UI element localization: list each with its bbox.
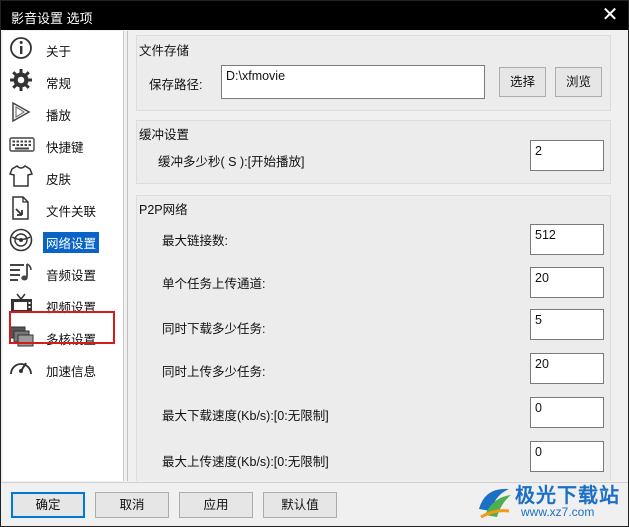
sidebar-item-skin[interactable]: 皮肤: [9, 163, 121, 189]
title-bar: 影音设置 选项 ✕: [1, 1, 628, 30]
sidebar-item-label: 皮肤: [46, 173, 72, 187]
max-download-speed-input[interactable]: 0: [530, 397, 604, 428]
sidebar-item-hotkeys[interactable]: 快捷键: [9, 131, 121, 157]
window-title: 影音设置 选项: [11, 11, 93, 26]
sidebar-item-acceleration[interactable]: 加速信息: [9, 355, 121, 381]
sidebar-item-playback[interactable]: 播放: [9, 99, 121, 125]
network-settings-panel: 文件存储 保存路径: D:\xfmovie 选择 浏览 缓冲设置 缓冲多少秒( …: [127, 31, 628, 481]
ok-button[interactable]: 确定: [11, 492, 85, 518]
keyboard-icon: [9, 137, 35, 152]
max-upload-speed-input[interactable]: 0: [530, 441, 604, 472]
close-icon[interactable]: ✕: [600, 5, 620, 25]
max-connections-label: 最大链接数:: [162, 234, 228, 248]
buffer-seconds-label: 缓冲多少秒( S ):[开始播放]: [158, 155, 305, 169]
sidebar-item-general[interactable]: 常规: [9, 67, 121, 93]
sidebar: 关于 常规 播放 快捷键 皮肤 文件关联 网络设置 音频设置 视频设置 多核设置…: [3, 31, 124, 481]
watermark-text: 极光下载站: [515, 483, 620, 507]
tshirt-icon: [9, 165, 34, 187]
file-link-icon: [12, 196, 29, 220]
sidebar-item-about[interactable]: 关于: [9, 35, 121, 61]
upload-channels-label: 单个任务上传通道:: [162, 277, 266, 291]
default-button[interactable]: 默认值: [263, 492, 337, 518]
audio-icon: [10, 263, 32, 281]
sidebar-item-label: 加速信息: [46, 365, 97, 379]
sidebar-item-network[interactable]: 网络设置: [9, 227, 121, 253]
buffer-title: 缓冲设置: [139, 128, 190, 142]
scrollbar[interactable]: [616, 31, 628, 481]
play-icon: [12, 101, 31, 123]
max-upload-speed-label: 最大上传速度(Kb/s):[0:无限制]: [162, 455, 329, 469]
gear-icon: [10, 69, 32, 91]
save-path-label: 保存路径:: [149, 78, 203, 92]
concurrent-uploads-input[interactable]: 20: [530, 353, 604, 384]
info-icon: [10, 37, 32, 59]
speedometer-icon: [10, 362, 32, 375]
sidebar-item-label: 快捷键: [46, 141, 84, 155]
storage-title: 文件存储: [139, 44, 190, 58]
save-path-input[interactable]: D:\xfmovie: [221, 65, 485, 99]
settings-window: 影音设置 选项 ✕ 关于 常规 播放 快捷键 皮肤 文件关联 网络设置 音频设置…: [0, 0, 629, 527]
network-icon: [9, 228, 33, 252]
sidebar-item-label: 关于: [46, 45, 72, 59]
cancel-button[interactable]: 取消: [95, 492, 169, 518]
upload-channels-input[interactable]: 20: [530, 267, 604, 298]
highlight-box: [9, 311, 115, 344]
sidebar-item-label: 网络设置: [43, 232, 100, 253]
choose-button[interactable]: 选择: [499, 67, 546, 97]
concurrent-downloads-label: 同时下载多少任务:: [162, 322, 266, 336]
max-download-speed-label: 最大下载速度(Kb/s):[0:无限制]: [162, 409, 329, 423]
concurrent-downloads-input[interactable]: 5: [530, 309, 604, 340]
watermark-url: www.xz7.com: [521, 505, 595, 519]
p2p-title: P2P网络: [139, 203, 188, 217]
apply-button[interactable]: 应用: [179, 492, 253, 518]
sidebar-item-label: 常规: [46, 77, 72, 91]
sidebar-item-audio[interactable]: 音频设置: [9, 259, 121, 285]
sidebar-item-label: 文件关联: [46, 205, 97, 219]
buffer-seconds-input[interactable]: 2: [530, 140, 604, 171]
watermark: 极光下载站 www.xz7.com: [471, 475, 628, 527]
max-connections-input[interactable]: 512: [530, 224, 604, 255]
sidebar-item-label: 音频设置: [46, 269, 97, 283]
browse-button[interactable]: 浏览: [555, 67, 602, 97]
concurrent-uploads-label: 同时上传多少任务:: [162, 365, 266, 379]
watermark-logo-icon: [479, 488, 511, 519]
sidebar-item-file-association[interactable]: 文件关联: [9, 195, 121, 221]
sidebar-item-label: 播放: [46, 109, 72, 123]
